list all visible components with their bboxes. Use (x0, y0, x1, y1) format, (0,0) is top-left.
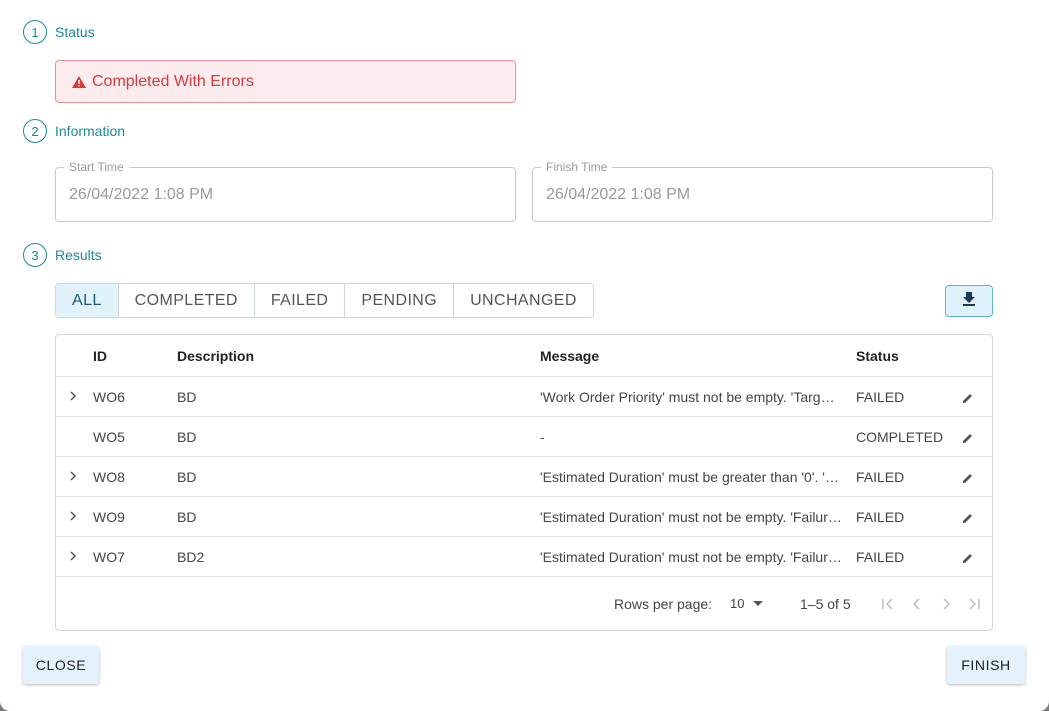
column-header-id[interactable]: ID (93, 348, 107, 364)
step-results: 3 Results (23, 243, 102, 267)
start-time-label: Start Time (64, 160, 129, 174)
status-filter-group: ALL COMPLETED FAILED PENDING UNCHANGED (55, 283, 594, 318)
first-page-icon[interactable] (880, 596, 896, 612)
step-information: 2 Information (23, 119, 125, 143)
chevron-right-icon[interactable] (66, 469, 80, 483)
finish-time-field[interactable]: Finish Time 26/04/2022 1:08 PM (532, 160, 993, 222)
pencil-icon[interactable] (962, 471, 974, 483)
chevron-right-icon[interactable] (66, 549, 80, 563)
table-pagination: Rows per page: 10 1–5 of 5 (56, 580, 992, 630)
close-button[interactable]: CLOSE (23, 646, 99, 684)
step-number: 1 (23, 20, 47, 44)
cell-id: WO9 (93, 509, 125, 525)
filter-failed-button[interactable]: FAILED (254, 284, 346, 317)
finish-time-label: Finish Time (541, 160, 613, 174)
cell-id: WO8 (93, 469, 125, 485)
table-row[interactable]: WO7 BD2 'Estimated Duration' must not be… (56, 537, 992, 577)
pencil-icon[interactable] (962, 431, 974, 443)
chevron-right-icon[interactable] (66, 389, 80, 403)
column-header-description[interactable]: Description (177, 348, 254, 364)
pencil-icon[interactable] (962, 391, 974, 403)
cell-status: COMPLETED (856, 429, 944, 445)
caret-down-icon[interactable] (753, 601, 763, 606)
start-time-value: 26/04/2022 1:08 PM (69, 186, 214, 203)
cell-description: BD (177, 509, 197, 525)
cell-description: BD (177, 429, 197, 445)
filter-all-button[interactable]: ALL (56, 284, 119, 317)
step-number: 3 (23, 243, 47, 267)
previous-page-icon[interactable] (909, 596, 925, 612)
cell-message: 'Work Order Priority' must not be empty.… (540, 389, 842, 405)
table-row[interactable]: WO9 BD 'Estimated Duration' must not be … (56, 497, 992, 537)
cell-status: FAILED (856, 389, 905, 405)
start-time-field[interactable]: Start Time 26/04/2022 1:08 PM (55, 160, 516, 222)
finish-button[interactable]: FINISH (947, 646, 1025, 684)
step-label: Information (55, 123, 126, 139)
table-row[interactable]: WO5 BD - COMPLETED (56, 417, 992, 457)
pencil-icon[interactable] (962, 551, 974, 563)
step-label: Status (55, 24, 95, 40)
filter-completed-button[interactable]: COMPLETED (118, 284, 255, 317)
cell-description: BD2 (177, 549, 205, 565)
column-header-message[interactable]: Message (540, 348, 599, 364)
table-header: ID Description Message Status (56, 335, 992, 377)
cell-id: WO7 (93, 549, 125, 565)
status-text: Completed With Errors (92, 72, 254, 90)
download-icon (962, 291, 976, 311)
results-dialog: 1 Status Completed With Errors 2 Informa… (0, 0, 1049, 711)
cell-message: - (540, 429, 545, 445)
warning-icon (72, 75, 86, 88)
cell-status: FAILED (856, 549, 905, 565)
rows-per-page-select[interactable]: 10 (730, 596, 744, 611)
finish-time-value: 26/04/2022 1:08 PM (546, 186, 691, 203)
table-row[interactable]: WO8 BD 'Estimated Duration' must be grea… (56, 457, 992, 497)
cell-description: BD (177, 469, 197, 485)
last-page-icon[interactable] (966, 596, 982, 612)
pencil-icon[interactable] (962, 511, 974, 523)
filter-pending-button[interactable]: PENDING (345, 284, 455, 317)
column-header-status[interactable]: Status (856, 348, 899, 364)
status-alert: Completed With Errors (55, 60, 516, 103)
cell-id: WO6 (93, 389, 125, 405)
rows-per-page-label: Rows per page: (614, 596, 713, 612)
step-number: 2 (23, 119, 47, 143)
step-status: 1 Status (23, 20, 95, 44)
filter-unchanged-button[interactable]: UNCHANGED (454, 284, 593, 317)
cell-status: FAILED (856, 469, 905, 485)
pagination-range: 1–5 of 5 (800, 596, 851, 612)
step-label: Results (55, 247, 102, 263)
cell-message: 'Estimated Duration' must be greater tha… (540, 469, 842, 485)
cell-message: 'Estimated Duration' must not be empty. … (540, 549, 842, 565)
cell-status: FAILED (856, 509, 905, 525)
download-button[interactable] (945, 285, 993, 317)
results-table: ID Description Message Status WO6 BD 'Wo… (55, 334, 993, 631)
cell-message: 'Estimated Duration' must not be empty. … (540, 509, 842, 525)
cell-id: WO5 (93, 429, 125, 445)
next-page-icon[interactable] (938, 596, 954, 612)
cell-description: BD (177, 389, 197, 405)
table-row[interactable]: WO6 BD 'Work Order Priority' must not be… (56, 377, 992, 417)
chevron-right-icon[interactable] (66, 509, 80, 523)
